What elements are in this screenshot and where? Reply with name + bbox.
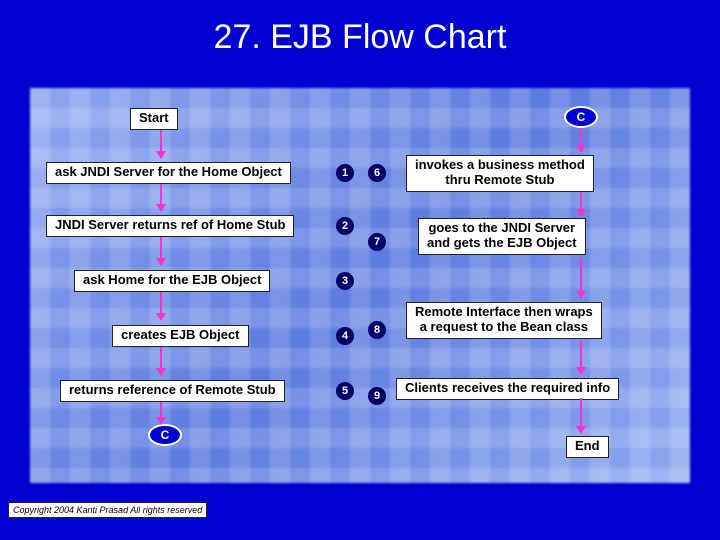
slide-title: 27. EJB Flow Chart xyxy=(0,18,720,57)
num-7: 7 xyxy=(368,233,386,251)
flow-arrow xyxy=(160,347,162,375)
flow-arrow xyxy=(160,237,162,265)
num-4: 4 xyxy=(336,327,354,345)
right-step-8: Remote Interface then wraps a request to… xyxy=(406,302,602,339)
right-step-6: invokes a business method thru Remote St… xyxy=(406,155,594,192)
flow-arrow xyxy=(160,130,162,158)
left-step-4: creates EJB Object xyxy=(112,325,249,347)
left-step-5: returns reference of Remote Stub xyxy=(60,380,285,402)
num-6: 6 xyxy=(368,164,386,182)
left-step-2: JNDI Server returns ref of Home Stub xyxy=(46,215,294,237)
flow-arrow xyxy=(160,292,162,320)
flow-arrow xyxy=(580,340,582,374)
connector-top: C xyxy=(564,106,598,128)
flow-arrow xyxy=(160,402,162,424)
right-step-7: goes to the JNDI Server and gets the EJB… xyxy=(418,218,586,255)
num-5: 5 xyxy=(336,382,354,400)
num-1: 1 xyxy=(336,164,354,182)
left-step-1: ask JNDI Server for the Home Object xyxy=(46,162,291,184)
num-9: 9 xyxy=(368,387,386,405)
flow-arrow xyxy=(580,398,582,433)
right-step-9: Clients receives the required info xyxy=(396,378,619,400)
num-8: 8 xyxy=(368,321,386,339)
num-3: 3 xyxy=(336,272,354,290)
flow-arrow xyxy=(580,192,582,216)
copyright-footer: Copyright 2004 Kanti Prasad All rights r… xyxy=(8,502,207,518)
left-step-3: ask Home for the EJB Object xyxy=(74,270,270,292)
num-2: 2 xyxy=(336,217,354,235)
connector-bottom: C xyxy=(148,424,182,446)
flow-arrow xyxy=(580,128,582,152)
flow-arrow xyxy=(160,184,162,211)
end-node: End xyxy=(566,436,609,458)
start-node: Start xyxy=(130,108,178,130)
flow-arrow xyxy=(580,258,582,298)
